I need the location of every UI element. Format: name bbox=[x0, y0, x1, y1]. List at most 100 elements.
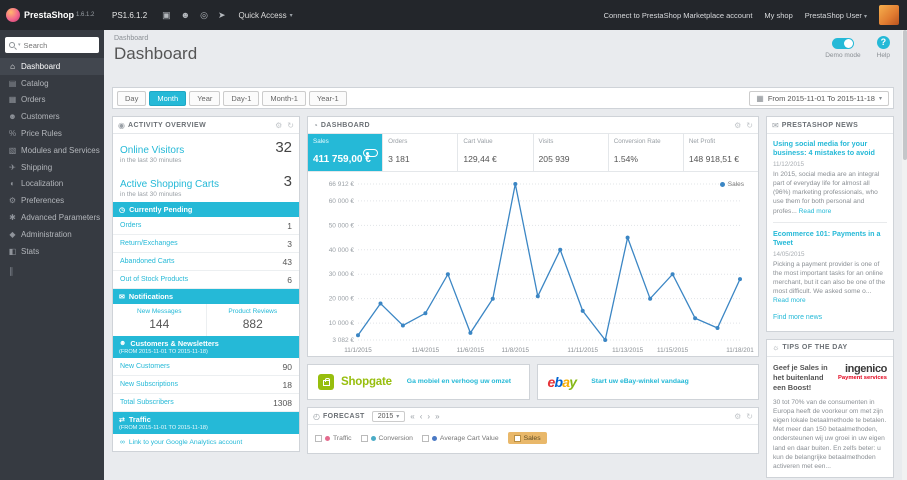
pending-orders-row[interactable]: Orders 1 bbox=[113, 217, 299, 235]
date-range-picker[interactable]: ▦ From 2015-11-01 To 2015-11-18 ▾ bbox=[749, 90, 889, 106]
sidebar-item-modules[interactable]: ▧ Modules and Services bbox=[0, 142, 104, 159]
news-article-title[interactable]: Ecommerce 101: Payments in a Tweet bbox=[773, 229, 887, 248]
kpi-visits[interactable]: Visits 205 939 bbox=[534, 134, 609, 171]
checkbox-icon[interactable] bbox=[315, 434, 322, 442]
sidebar-item-orders[interactable]: ▦ Orders bbox=[0, 92, 104, 109]
shopgate-module-card[interactable]: Shopgate Ga mobiel en verhoog uw omzet bbox=[307, 364, 530, 400]
rocket-icon[interactable]: ➤ bbox=[218, 10, 226, 21]
sidebar-item-catalog[interactable]: ▤ Catalog bbox=[0, 75, 104, 92]
range-month-1-button[interactable]: Month-1 bbox=[262, 90, 306, 106]
last-page-button[interactable]: » bbox=[435, 412, 439, 421]
forecast-year-select[interactable]: 2015 ▾ bbox=[371, 410, 406, 422]
kpi-cart-value[interactable]: Cart Value 129,44 € bbox=[458, 134, 534, 171]
product-reviews-cell[interactable]: Product Reviews 882 bbox=[207, 304, 300, 336]
toggle-switch[interactable] bbox=[831, 38, 854, 49]
news-article-excerpt: In 2015, social media are an integral pa… bbox=[773, 170, 880, 215]
breadcrumb[interactable]: Dashboard bbox=[114, 35, 148, 42]
range-month-button[interactable]: Month bbox=[149, 90, 187, 106]
activity-icon: ◉ bbox=[118, 120, 125, 130]
tip-heading: Geef je Sales in het buitenland een Boos… bbox=[773, 362, 828, 392]
refresh-icon[interactable]: ↻ bbox=[746, 412, 753, 421]
scrollbar[interactable] bbox=[902, 30, 907, 480]
forecast-metric-traffic[interactable]: Traffic bbox=[315, 434, 352, 442]
sales-chart: 66 912 € 60 000 € 50 000 € 40 000 € 30 000 €… bbox=[308, 172, 758, 356]
forecast-metric-conversion[interactable]: Conversion bbox=[360, 434, 413, 442]
active-carts-row[interactable]: Active Shopping Carts 3 bbox=[113, 168, 299, 190]
refresh-icon[interactable]: ↻ bbox=[746, 121, 753, 130]
demo-mode-toggle[interactable]: Demo mode bbox=[825, 36, 861, 59]
avatar[interactable] bbox=[879, 5, 899, 25]
range-day-button[interactable]: Day bbox=[117, 90, 147, 106]
cart-icon[interactable]: ▣ bbox=[162, 10, 171, 21]
traffic-dot-icon bbox=[325, 435, 330, 441]
sidebar-item-price-rules[interactable]: % Price Rules bbox=[0, 125, 104, 142]
kpi-value: 1.54% bbox=[613, 154, 639, 164]
news-article-title[interactable]: Using social media for your business: 4 … bbox=[773, 139, 887, 158]
checkbox-icon[interactable] bbox=[513, 434, 521, 442]
kpi-orders[interactable]: Orders 3 181 bbox=[383, 134, 459, 171]
sidebar-item-advanced-parameters[interactable]: ✱ Advanced Parameters bbox=[0, 209, 104, 226]
pending-out-of-stock-row[interactable]: Out of Stock Products 6 bbox=[113, 271, 299, 289]
read-more-link[interactable]: Read more bbox=[799, 208, 832, 215]
customers-icon[interactable]: ☻ bbox=[181, 10, 190, 20]
sidebar-search[interactable]: ▾ bbox=[5, 37, 99, 53]
next-page-button[interactable]: › bbox=[427, 412, 430, 421]
first-page-button[interactable]: « bbox=[410, 412, 414, 421]
my-shop-link[interactable]: My shop bbox=[764, 11, 792, 20]
gear-icon[interactable]: ⚙ bbox=[734, 412, 741, 421]
kpi-sales[interactable]: Sales 411 759,00 € bbox=[308, 134, 384, 171]
support-icon[interactable]: ◎ bbox=[200, 10, 208, 21]
kpi-net-profit[interactable]: Net Profit 148 918,51 € bbox=[684, 134, 758, 171]
refresh-icon[interactable]: ↻ bbox=[287, 121, 294, 130]
kpi-toggle-switch[interactable] bbox=[363, 149, 379, 157]
sidebar-collapse-button[interactable]: ∥ bbox=[0, 260, 104, 283]
new-messages-cell[interactable]: New Messages 144 bbox=[113, 304, 207, 336]
new-subscriptions-row[interactable]: New Subscriptions 18 bbox=[113, 376, 299, 394]
checkbox-icon[interactable] bbox=[360, 434, 368, 442]
row-label: Abandoned Carts bbox=[120, 258, 175, 265]
svg-text:11/11/2015: 11/11/2015 bbox=[567, 347, 598, 354]
range-year-button[interactable]: Year bbox=[189, 90, 221, 106]
divider bbox=[773, 221, 887, 223]
user-menu[interactable]: PrestaShop User ▾ bbox=[805, 11, 867, 20]
marketplace-connect-link[interactable]: Connect to PrestaShop Marketplace accoun… bbox=[604, 11, 753, 20]
sidebar-item-stats[interactable]: ◧ Stats bbox=[0, 243, 104, 260]
sidebar-item-label: Preferences bbox=[21, 196, 65, 206]
search-input[interactable] bbox=[23, 40, 95, 50]
online-visitors-row[interactable]: Online Visitors 32 bbox=[113, 134, 299, 156]
active-carts-subtitle: in the last 30 minutes bbox=[120, 191, 182, 198]
scrollbar-thumb[interactable] bbox=[902, 30, 907, 160]
sidebar-item-customers[interactable]: ☻ Customers bbox=[0, 108, 104, 125]
row-label: Out of Stock Products bbox=[120, 276, 189, 283]
quick-access-menu[interactable]: Quick Access ▾ bbox=[239, 11, 293, 20]
range-day-1-button[interactable]: Day-1 bbox=[223, 90, 260, 106]
read-more-link[interactable]: Read more bbox=[773, 297, 806, 304]
sidebar-item-shipping[interactable]: ✈ Shipping bbox=[0, 159, 104, 176]
pending-abandoned-carts-row[interactable]: Abandoned Carts 43 bbox=[113, 253, 299, 271]
previous-page-button[interactable]: ‹ bbox=[420, 412, 423, 421]
kpi-conversion-rate[interactable]: Conversion Rate 1.54% bbox=[609, 134, 684, 171]
sidebar-item-dashboard[interactable]: ⌂ Dashboard bbox=[0, 58, 104, 75]
gear-icon[interactable]: ⚙ bbox=[275, 121, 282, 130]
ebay-promo-link[interactable]: Start uw eBay-winkel vandaag bbox=[591, 378, 688, 386]
new-customers-row[interactable]: New Customers 90 bbox=[113, 358, 299, 376]
gear-icon[interactable]: ⚙ bbox=[734, 121, 741, 130]
sidebar-item-administration[interactable]: ◆ Administration bbox=[0, 226, 104, 243]
prestashop-logo[interactable]: PrestaShop 1.6.1.2 bbox=[0, 8, 104, 22]
tips-icon: ☼ bbox=[772, 343, 780, 353]
forecast-metric-sales[interactable]: Sales bbox=[507, 432, 547, 444]
range-year-1-button[interactable]: Year-1 bbox=[308, 90, 347, 106]
ebay-module-card[interactable]: ebay Start uw eBay-winkel vandaag bbox=[536, 364, 759, 400]
ingenico-logo[interactable]: ingenico Payment services bbox=[838, 363, 887, 381]
pending-returns-row[interactable]: Return/Exchanges 3 bbox=[113, 235, 299, 253]
checkbox-icon[interactable] bbox=[421, 434, 429, 442]
page-title: Dashboard bbox=[114, 44, 198, 63]
forecast-metric-average-cart-value[interactable]: Average Cart Value bbox=[421, 434, 499, 442]
shopgate-promo-link[interactable]: Ga mobiel en verhoog uw omzet bbox=[407, 378, 511, 386]
total-subscribers-row[interactable]: Total Subscribers 1308 bbox=[113, 394, 299, 412]
google-analytics-link[interactable]: ∞ Link to your Google Analytics account bbox=[113, 434, 299, 451]
sidebar-item-preferences[interactable]: ⚙ Preferences bbox=[0, 192, 104, 209]
help-button[interactable]: ? Help bbox=[877, 36, 890, 59]
sidebar-item-localization[interactable]: ◐ Localization bbox=[0, 176, 104, 193]
find-more-news-link[interactable]: Find more news bbox=[773, 314, 822, 321]
